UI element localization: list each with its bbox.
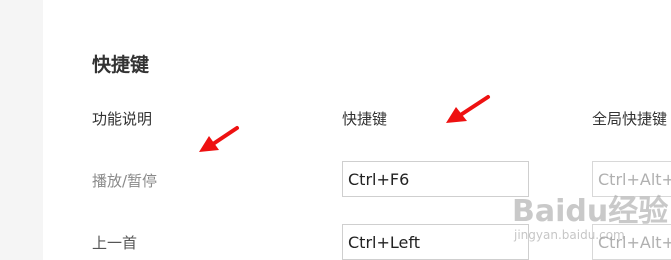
red-arrow-annotation-icon — [446, 95, 490, 123]
hotkey-input-previous-track[interactable] — [342, 224, 529, 260]
red-arrow-annotation-icon — [199, 126, 239, 152]
column-header-function: 功能说明 — [92, 110, 153, 128]
column-header-global-hotkey: 全局快捷键 — [592, 110, 668, 128]
section-title: 快捷键 — [92, 54, 150, 76]
column-header-hotkey: 快捷键 — [342, 110, 388, 128]
row-label-play-pause: 播放/暂停 — [92, 172, 158, 190]
left-sidebar — [0, 0, 43, 260]
global-hotkey-input-previous-track[interactable] — [592, 224, 671, 260]
settings-panel — [43, 0, 671, 260]
row-label-previous-track: 上一首 — [92, 234, 138, 252]
global-hotkey-input-play-pause[interactable] — [592, 161, 671, 197]
hotkey-input-play-pause[interactable] — [342, 161, 529, 197]
